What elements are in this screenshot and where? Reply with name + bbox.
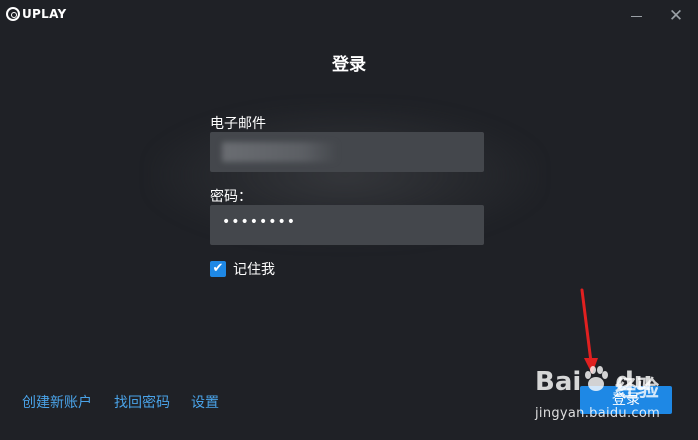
app-name: UPLAY: [22, 7, 67, 21]
email-label: 电子邮件: [210, 116, 266, 132]
baidu-paw-icon: [585, 366, 608, 391]
create-account-link[interactable]: 创建新账户: [22, 392, 92, 412]
password-field[interactable]: ••••••••: [210, 205, 484, 245]
watermark-url: jingyan.baidu.com: [535, 406, 661, 421]
uplay-logo-icon: [6, 7, 20, 21]
minimize-button[interactable]: [627, 6, 647, 26]
remember-me[interactable]: ✔ 记住我: [210, 259, 275, 279]
watermark-jingyan-text: 经验: [615, 377, 660, 402]
close-icon: ✕: [668, 6, 684, 26]
email-field[interactable]: [210, 132, 484, 172]
close-button[interactable]: ✕: [666, 6, 686, 26]
remember-me-label: 记住我: [233, 262, 275, 278]
checkmark-icon: ✔: [212, 261, 224, 276]
recover-password-link[interactable]: 找回密码: [114, 392, 170, 412]
uplay-login-window: UPLAY ✕ 登录 电子邮件 密码： •••••••• ✔ 记住我 创建新账户…: [0, 0, 698, 440]
password-label: 密码：: [210, 189, 252, 205]
page-title: 登录: [332, 55, 366, 75]
title-bar: UPLAY ✕: [0, 0, 698, 32]
uplay-logo: UPLAY: [6, 7, 67, 21]
password-value: ••••••••: [222, 214, 297, 230]
baidu-jingyan-watermark: Bai du 经验 jingyan.baidu.com: [535, 363, 695, 438]
settings-link[interactable]: 设置: [191, 392, 219, 412]
minimize-icon: [631, 16, 642, 17]
email-value-blurred: [222, 142, 338, 162]
remember-me-checkbox[interactable]: ✔: [210, 261, 226, 277]
